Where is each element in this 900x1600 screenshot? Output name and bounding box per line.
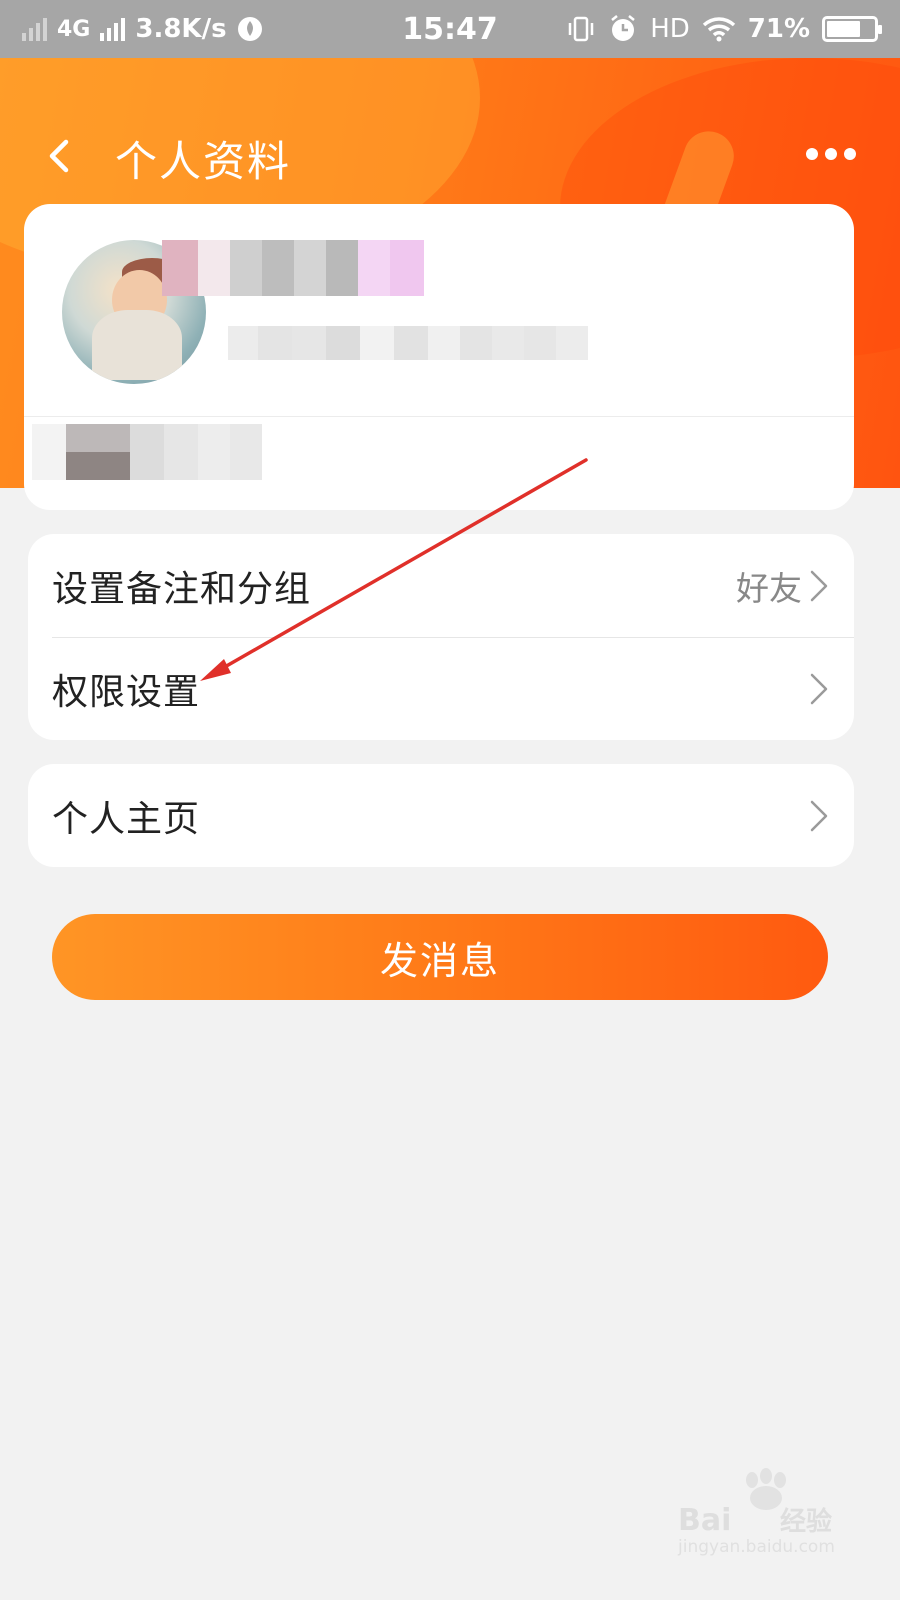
status-right: HD 71%: [518, 14, 882, 44]
svg-text:jingyan.baidu.com: jingyan.baidu.com: [677, 1537, 835, 1557]
redacted-name: [162, 240, 424, 296]
status-left: 4G 3.8K/s: [22, 14, 382, 44]
page-title: 个人资料: [115, 137, 292, 186]
network-type: 4G: [57, 16, 91, 42]
app-notification-icon: [237, 17, 262, 41]
wifi-icon: [702, 17, 735, 42]
friend-group-value: 好友: [736, 568, 802, 608]
remark-and-group-row[interactable]: 设置备注和分组 好友: [28, 534, 854, 637]
send-message-button[interactable]: 发消息: [52, 914, 828, 1000]
battery-icon: [822, 16, 882, 42]
svg-text:Bai: Bai: [678, 1503, 731, 1538]
battery-fill: [827, 21, 860, 37]
more-icon[interactable]: [806, 144, 862, 164]
status-time: 15:47: [402, 11, 498, 47]
svg-text:经验: 经验: [780, 1506, 832, 1537]
network-speed: 3.8K/s: [135, 14, 227, 44]
permission-settings-label: 权限设置: [52, 671, 201, 713]
alarm-icon: [611, 15, 635, 41]
homepage-card: 个人主页: [28, 764, 854, 867]
remark-and-group-value-wrap: 好友: [736, 562, 830, 610]
baidu-jingyan-watermark: Bai 经验 jingyan.baidu.com: [677, 1468, 835, 1557]
personal-homepage-label: 个人主页: [52, 798, 201, 840]
remark-and-group-label: 设置备注和分组: [52, 568, 312, 610]
back-icon[interactable]: [42, 138, 78, 174]
signal-icon-sim1: [22, 17, 47, 41]
chevron-right-icon: [810, 570, 828, 601]
personal-homepage-row[interactable]: 个人主页: [28, 764, 854, 867]
vibrate-icon: [568, 16, 594, 42]
redacted-signature: [32, 424, 262, 480]
send-message-label: 发消息: [379, 940, 500, 983]
card-divider: [24, 416, 854, 417]
settings-list: 设置备注和分组 好友 权限设置: [28, 534, 854, 740]
permission-settings-arrow-wrap: [808, 672, 830, 706]
battery-percent: 71%: [747, 14, 810, 44]
personal-homepage-arrow-wrap: [808, 799, 830, 833]
hd-indicator: HD: [650, 14, 690, 44]
chevron-right-icon: [810, 673, 828, 704]
redacted-account-info: [228, 326, 588, 360]
chevron-right-icon: [810, 800, 828, 831]
signal-icon-sim2: [100, 17, 126, 41]
profile-card: [24, 204, 854, 510]
permission-settings-row[interactable]: 权限设置: [28, 637, 854, 740]
status-bar: 4G 3.8K/s 15:47 HD 71%: [0, 0, 900, 58]
